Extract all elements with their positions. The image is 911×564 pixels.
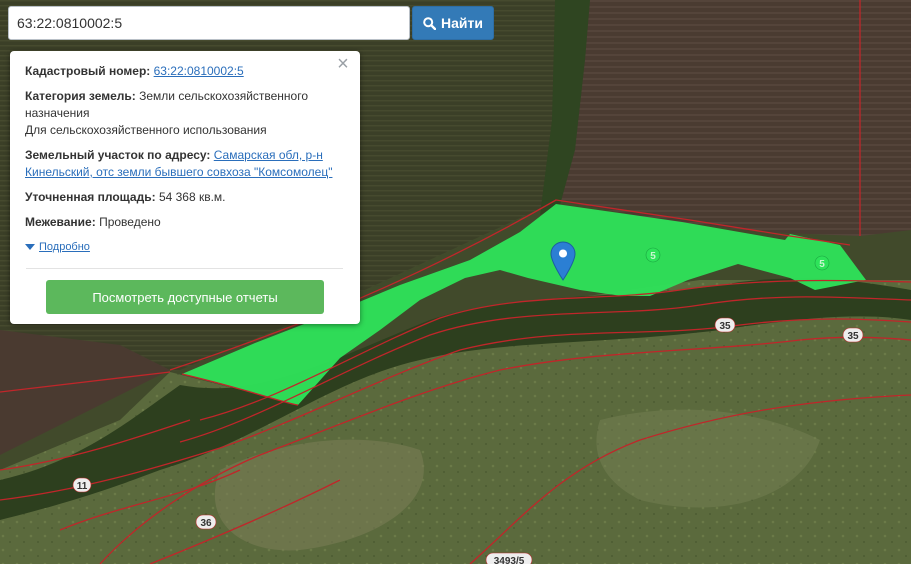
- search-button-label: Найти: [441, 15, 483, 31]
- parcel-label-36: 36: [200, 518, 212, 529]
- area-label: Уточненная площадь:: [25, 190, 156, 204]
- land-category-label: Категория земель:: [25, 89, 136, 103]
- parcel-label-35a: 35: [719, 321, 731, 332]
- search-input[interactable]: [8, 6, 410, 40]
- area-row: Уточненная площадь: 54 368 кв.м.: [25, 189, 344, 206]
- parcel-label-3493: 3493/5: [494, 556, 525, 564]
- search-bar: Найти: [8, 6, 494, 40]
- survey-label: Межевание:: [25, 215, 96, 229]
- area-value: 54 368 кв.м.: [158, 190, 226, 204]
- popup-divider: [26, 268, 343, 269]
- permitted-use-value: Для сельскохозяйственного использования: [25, 123, 267, 137]
- parcel-label-5a: 5: [650, 251, 656, 262]
- cadastral-number-link[interactable]: 63:22:0810002:5: [154, 64, 244, 78]
- survey-value: Проведено: [99, 215, 161, 229]
- parcel-label-5b: 5: [819, 259, 825, 270]
- survey-row: Межевание: Проведено: [25, 214, 344, 231]
- caret-down-icon: [25, 244, 35, 250]
- details-link[interactable]: Подробно: [39, 239, 90, 256]
- search-button[interactable]: Найти: [412, 6, 494, 40]
- address-row: Земельный участок по адресу: Самарская о…: [25, 147, 344, 181]
- parcel-label-11: 11: [77, 481, 88, 492]
- parcel-label-35b: 35: [847, 331, 859, 342]
- search-icon: [423, 16, 437, 30]
- field-plowed: [555, 0, 911, 236]
- address-label: Земельный участок по адресу:: [25, 148, 211, 162]
- view-reports-button[interactable]: Посмотреть доступные отчеты: [46, 280, 324, 314]
- cadastral-number-row: Кадастровый номер: 63:22:0810002:5: [25, 63, 344, 80]
- land-category-row: Категория земель: Земли сельскохозяйстве…: [25, 88, 344, 139]
- cadastral-number-label: Кадастровый номер:: [25, 64, 151, 78]
- close-icon[interactable]: ×: [335, 54, 351, 74]
- parcel-info-popup: × Кадастровый номер: 63:22:0810002:5 Кат…: [10, 51, 360, 324]
- details-toggle[interactable]: Подробно: [25, 239, 344, 256]
